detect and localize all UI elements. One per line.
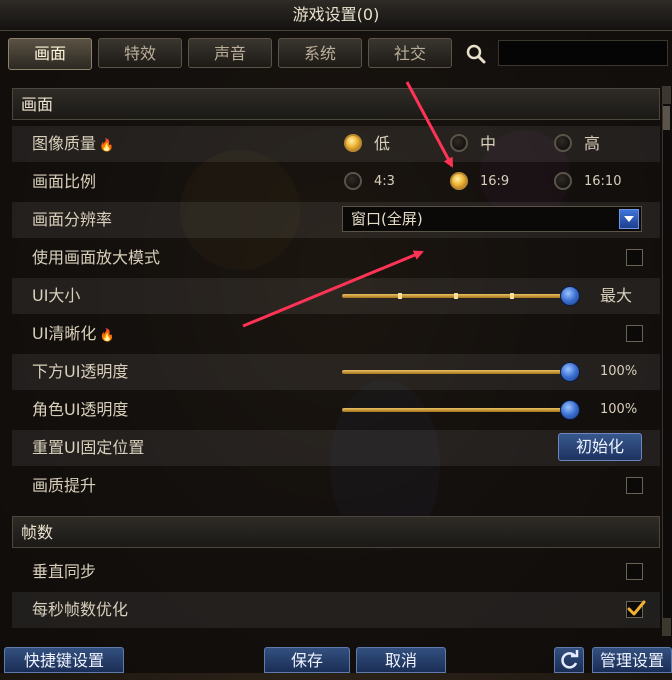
bottom-ui-opacity-slider[interactable] xyxy=(342,354,580,390)
row-ui-sharpness: UI清晰化 🔥 xyxy=(12,316,660,352)
slider-tick xyxy=(510,293,514,299)
row-fps-optimization: 每秒帧数优化 xyxy=(12,592,660,628)
row-char-ui-opacity: 角色UI透明度 100% xyxy=(12,392,660,428)
radio-dot xyxy=(450,134,468,152)
shortcut-settings-button[interactable]: 快捷键设置 xyxy=(4,647,124,673)
refresh-button[interactable] xyxy=(554,647,584,673)
radio-dot xyxy=(450,172,468,190)
slider-knob[interactable] xyxy=(560,400,580,420)
tab-display[interactable]: 画面 xyxy=(8,38,92,70)
vsync-label: 垂直同步 xyxy=(32,562,97,581)
quality-boost-checkbox[interactable] xyxy=(626,477,643,494)
row-vsync: 垂直同步 xyxy=(12,554,660,590)
tab-effects[interactable]: 特效 xyxy=(98,38,182,68)
resolution-value: 窗口(全屏) xyxy=(351,210,423,228)
aspect-ratio-label: 画面比例 xyxy=(32,172,97,191)
bottom-ui-opacity-label: 下方UI透明度 xyxy=(32,362,129,381)
fps-optimization-label: 每秒帧数优化 xyxy=(32,600,129,619)
row-ui-size: UI大小 最大 xyxy=(12,278,660,314)
slider-knob[interactable] xyxy=(560,362,580,382)
row-resolution: 画面分辨率 窗口(全屏) xyxy=(12,202,660,238)
char-ui-opacity-value: 100% xyxy=(600,402,638,417)
ui-size-slider[interactable] xyxy=(342,278,580,314)
resolution-label: 画面分辨率 xyxy=(32,210,113,229)
char-ui-opacity-slider[interactable] xyxy=(342,392,580,428)
checkmark-icon xyxy=(627,600,646,616)
search-input[interactable] xyxy=(498,40,668,66)
refresh-icon xyxy=(561,650,579,669)
row-zoom-mode: 使用画面放大模式 xyxy=(12,240,660,276)
reset-ui-label: 重置UI固定位置 xyxy=(32,438,145,457)
section-display-title: 画面 xyxy=(12,88,660,120)
chevron-down-icon[interactable] xyxy=(619,209,639,229)
scroll-down-arrow[interactable] xyxy=(662,618,671,636)
flame-icon: 🔥 xyxy=(99,328,115,342)
slider-track xyxy=(342,408,570,412)
tab-system[interactable]: 系统 xyxy=(278,38,362,68)
manage-settings-button[interactable]: 管理设置 xyxy=(592,647,672,673)
tab-social[interactable]: 社交 xyxy=(368,38,452,68)
radio-dot xyxy=(344,172,362,190)
fps-optimization-checkbox[interactable] xyxy=(626,600,646,618)
bottom-ui-opacity-value: 100% xyxy=(600,364,638,379)
search-icon xyxy=(466,44,486,64)
row-image-quality: 图像质量 🔥 低 中 高 xyxy=(12,126,660,162)
section-fps-title: 帧数 xyxy=(12,516,660,548)
slider-knob[interactable] xyxy=(560,286,580,306)
row-bottom-ui-opacity: 下方UI透明度 100% xyxy=(12,354,660,390)
zoom-mode-label: 使用画面放大模式 xyxy=(32,248,161,267)
ui-sharpness-checkbox[interactable] xyxy=(626,325,643,342)
vsync-checkbox[interactable] xyxy=(626,563,643,580)
row-quality-boost: 画质提升 xyxy=(12,468,660,504)
search-button[interactable] xyxy=(460,40,492,68)
radio-dot xyxy=(554,134,572,152)
tab-sound[interactable]: 声音 xyxy=(188,38,272,68)
row-reset-ui: 重置UI固定位置 初始化 xyxy=(12,430,660,466)
slider-track xyxy=(342,370,570,374)
radio-dot xyxy=(554,172,572,190)
row-aspect-ratio: 画面比例 4:3 16:9 16:10 xyxy=(12,164,660,200)
char-ui-opacity-label: 角色UI透明度 xyxy=(32,400,129,419)
scrollbar[interactable] xyxy=(662,86,672,636)
ui-size-value: 最大 xyxy=(600,286,633,305)
radio-dot xyxy=(344,134,362,152)
zoom-mode-checkbox[interactable] xyxy=(626,249,643,266)
quality-boost-label: 画质提升 xyxy=(32,476,97,495)
flame-icon: 🔥 xyxy=(99,138,114,152)
initialize-button[interactable]: 初始化 xyxy=(558,433,642,461)
slider-tick xyxy=(454,293,458,299)
save-button[interactable]: 保存 xyxy=(264,647,350,673)
scroll-up-arrow[interactable] xyxy=(662,86,671,104)
window-title: 游戏设置(0) xyxy=(0,0,672,31)
ui-sharpness-label: UI清晰化 🔥 xyxy=(32,316,114,353)
cancel-button[interactable]: 取消 xyxy=(356,647,446,673)
ui-size-label: UI大小 xyxy=(32,286,81,305)
settings-window: 游戏设置(0) 画面 特效 声音 系统 社交 画面 图像质量 🔥 低 中 高 画… xyxy=(0,0,672,673)
settings-list: 画面 图像质量 🔥 低 中 高 画面比例 4:3 16:9 16:10 画面分辨… xyxy=(12,86,660,641)
image-quality-label: 图像质量 🔥 xyxy=(32,126,114,163)
resolution-select[interactable]: 窗口(全屏) xyxy=(342,206,642,232)
slider-tick xyxy=(398,293,402,299)
scroll-thumb[interactable] xyxy=(663,106,670,130)
